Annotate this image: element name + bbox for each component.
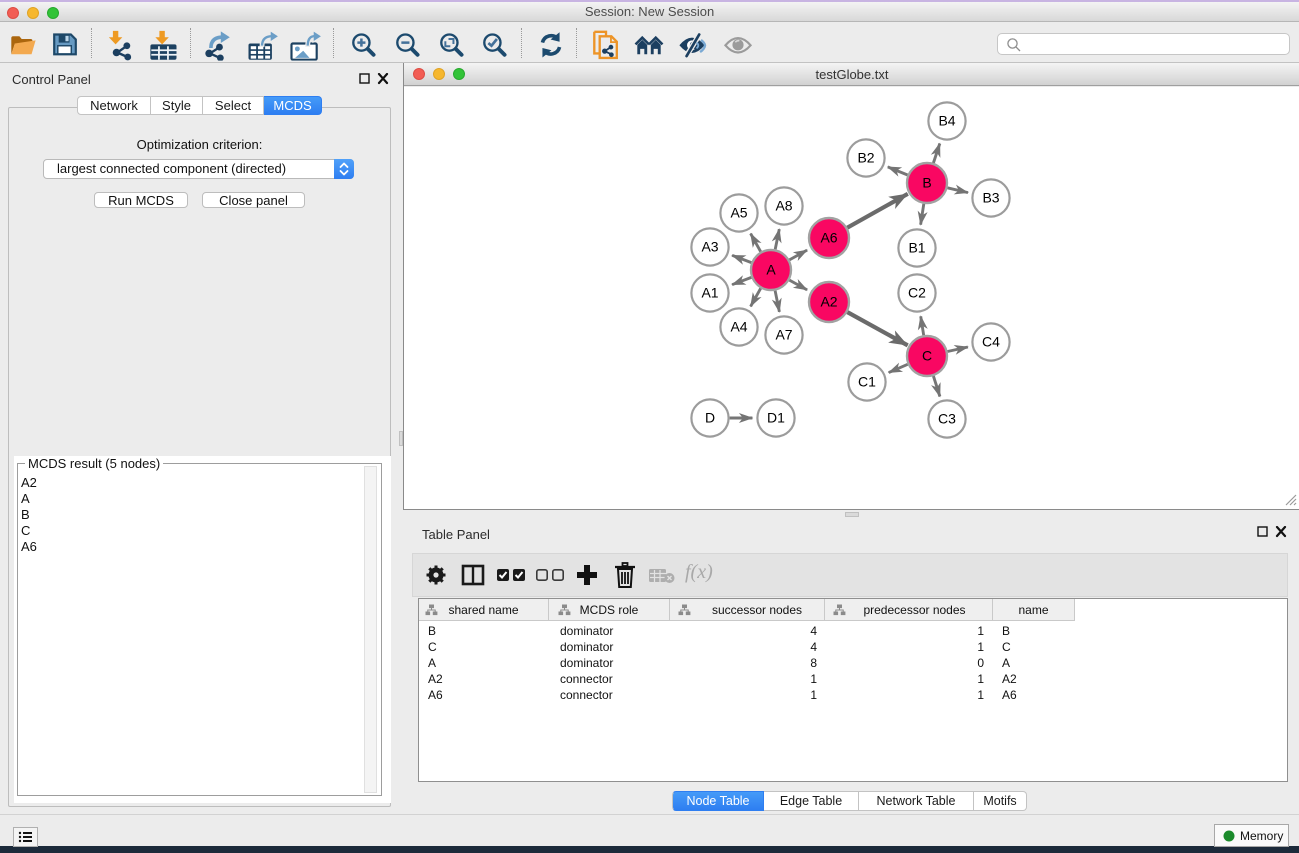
svg-text:A: A <box>766 262 776 278</box>
svg-text:C2: C2 <box>908 285 926 301</box>
svg-text:A5: A5 <box>730 205 747 221</box>
svg-text:B2: B2 <box>857 150 874 166</box>
svg-text:D: D <box>705 410 715 426</box>
svg-text:B4: B4 <box>938 113 955 129</box>
svg-text:C3: C3 <box>938 411 956 427</box>
svg-text:A2: A2 <box>820 294 837 310</box>
svg-text:B: B <box>922 175 931 191</box>
svg-text:A6: A6 <box>820 230 837 246</box>
svg-text:C1: C1 <box>858 374 876 390</box>
svg-text:A7: A7 <box>775 327 792 343</box>
svg-text:A1: A1 <box>701 285 718 301</box>
svg-text:B3: B3 <box>982 190 999 206</box>
svg-text:B1: B1 <box>908 240 925 256</box>
svg-text:C4: C4 <box>982 334 1000 350</box>
svg-text:A3: A3 <box>701 239 718 255</box>
svg-text:A4: A4 <box>730 319 747 335</box>
svg-text:D1: D1 <box>767 410 785 426</box>
svg-text:C: C <box>922 348 932 364</box>
svg-text:A8: A8 <box>775 198 792 214</box>
